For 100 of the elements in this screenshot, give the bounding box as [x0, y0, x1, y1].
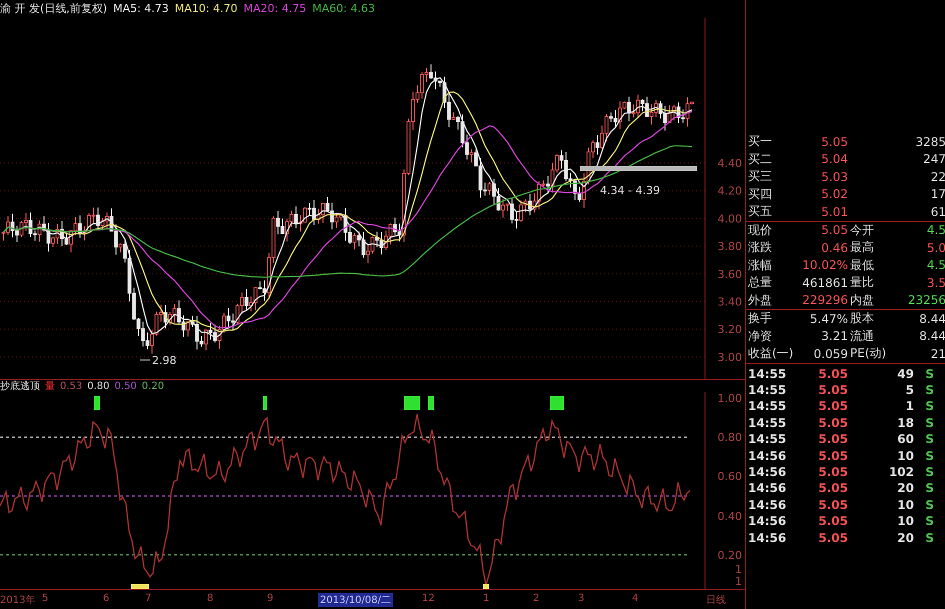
top-signal-bar [404, 396, 420, 410]
quote-label: 涨跌 [747, 239, 773, 256]
stock-title: 渝 开 发(日线,前复权) [0, 1, 108, 16]
bid-price: 5.05 [820, 134, 848, 149]
bid-price: 5.04 [820, 152, 848, 166]
trade-time: 14:56 [747, 481, 788, 496]
quote-label: 净资 [747, 328, 773, 345]
trade-side: S [924, 448, 934, 463]
moving-average-label: MA20: 4.75 [244, 2, 306, 16]
trade-side: S [924, 399, 934, 414]
axis-label: 3.20 [718, 323, 742, 336]
quote-value: 8.44 [918, 312, 945, 326]
quote-label: 现价 [747, 222, 773, 239]
axis-label: 1.00 [718, 392, 742, 406]
top-signal-bar [263, 396, 267, 410]
bid-label: 买一 [747, 133, 773, 150]
trade-price: 5.05 [817, 481, 848, 496]
trade-volume: 49 [896, 366, 914, 381]
quote-value: 4.5 [926, 223, 945, 238]
trade-price: 5.05 [817, 514, 848, 528]
quote-label: 外盘 [747, 292, 773, 309]
bid-price: 5.01 [820, 204, 848, 219]
trade-time: 14:55 [747, 432, 788, 446]
date-axis-label: 2013/10/08/二 [318, 593, 394, 608]
quote-value: 23256 [906, 293, 945, 308]
indicator-title: 抄底逃顶 [0, 380, 40, 394]
trade-price: 5.05 [817, 399, 848, 414]
axis-label: 1 [735, 575, 742, 588]
axis-label: 3.60 [718, 268, 742, 281]
trade-side: S [924, 514, 934, 528]
trade-time: 14:55 [747, 399, 788, 414]
quote-label: 流通 [849, 328, 875, 345]
bid-label: 买五 [747, 203, 773, 220]
quote-label: 最高 [849, 239, 875, 256]
bid-label: 买二 [747, 150, 773, 168]
trade-volume: 10 [896, 448, 914, 463]
trade-side: S [924, 416, 934, 430]
trade-volume: 102 [888, 465, 914, 480]
date-axis-label: 5 [42, 593, 48, 604]
axis-label: 4.00 [718, 212, 742, 226]
trade-volume: 10 [896, 498, 914, 512]
axis-label: 3.80 [718, 240, 742, 254]
trade-time: 14:56 [747, 530, 788, 545]
trade-price: 5.05 [817, 498, 848, 512]
trade-time: 14:56 [747, 448, 788, 463]
quote-label: PE(动) [849, 345, 888, 362]
quote-label: 今开 [849, 222, 875, 239]
trade-time: 14:55 [747, 416, 788, 430]
bid-volume: 247 [922, 152, 945, 166]
trade-volume: 5 [904, 383, 914, 398]
trade-price: 5.05 [817, 530, 848, 545]
quote-value: 3.21 [820, 329, 848, 344]
trade-price: 5.05 [817, 432, 848, 446]
quote-value: 5.0 [926, 240, 945, 255]
quote-label: 最低 [849, 256, 875, 274]
date-axis-label: 6 [103, 593, 110, 604]
axis-label: 0.40 [718, 510, 742, 524]
quote-label: 内盘 [849, 292, 875, 309]
price-range-label: 4.34 - 4.39 [600, 184, 660, 197]
trade-volume: 20 [896, 530, 914, 545]
bid-price: 5.03 [820, 170, 848, 184]
quote-label: 总量 [747, 274, 773, 292]
quote-label: 收益(一) [747, 345, 794, 362]
quote-label: 量比 [849, 274, 875, 292]
axis-label: 0.20 [718, 549, 742, 562]
quote-value: 229296 [801, 293, 848, 308]
indicator-value: 0.50 [114, 380, 137, 392]
trade-time: 14:55 [747, 366, 788, 381]
moving-average-label: MA60: 4.63 [312, 2, 375, 16]
trade-side: S [924, 465, 934, 480]
axis-label: 4.40 [718, 156, 742, 170]
trade-time: 14:56 [747, 498, 788, 512]
quote-value: 4.5 [926, 258, 945, 272]
trade-side: S [924, 530, 934, 545]
date-axis-label: 8 [207, 593, 214, 604]
date-axis-label: 2013年 [0, 594, 36, 608]
trade-side: S [924, 383, 934, 398]
volume-label: 量 [45, 380, 55, 394]
date-axis-label: 2 [533, 593, 540, 604]
bid-label: 买四 [747, 186, 773, 203]
quote-value: 10.02% [801, 258, 848, 272]
quote-label: 换手 [747, 310, 773, 328]
bottom-signal-bar [131, 584, 149, 590]
quote-value: 5.05 [820, 223, 848, 238]
trade-volume: 18 [896, 416, 914, 430]
bid-volume: 61 [930, 204, 945, 219]
axis-label: 3.00 [718, 350, 742, 364]
trade-time: 14:56 [747, 514, 788, 528]
quote-value: 5.47% [808, 312, 848, 326]
trade-time: 14:55 [747, 383, 788, 398]
bottom-signal-bar [483, 584, 489, 590]
trade-side: S [924, 366, 934, 381]
bid-volume: 3285 [914, 134, 945, 149]
axis-label: 3.40 [718, 295, 742, 308]
moving-average-label: MA10: 4.70 [174, 2, 238, 16]
bid-label: 买三 [747, 168, 773, 186]
trade-side: S [924, 432, 934, 446]
bid-price: 5.02 [820, 187, 848, 202]
trade-side: S [924, 498, 934, 512]
top-signal-bar [94, 396, 100, 410]
